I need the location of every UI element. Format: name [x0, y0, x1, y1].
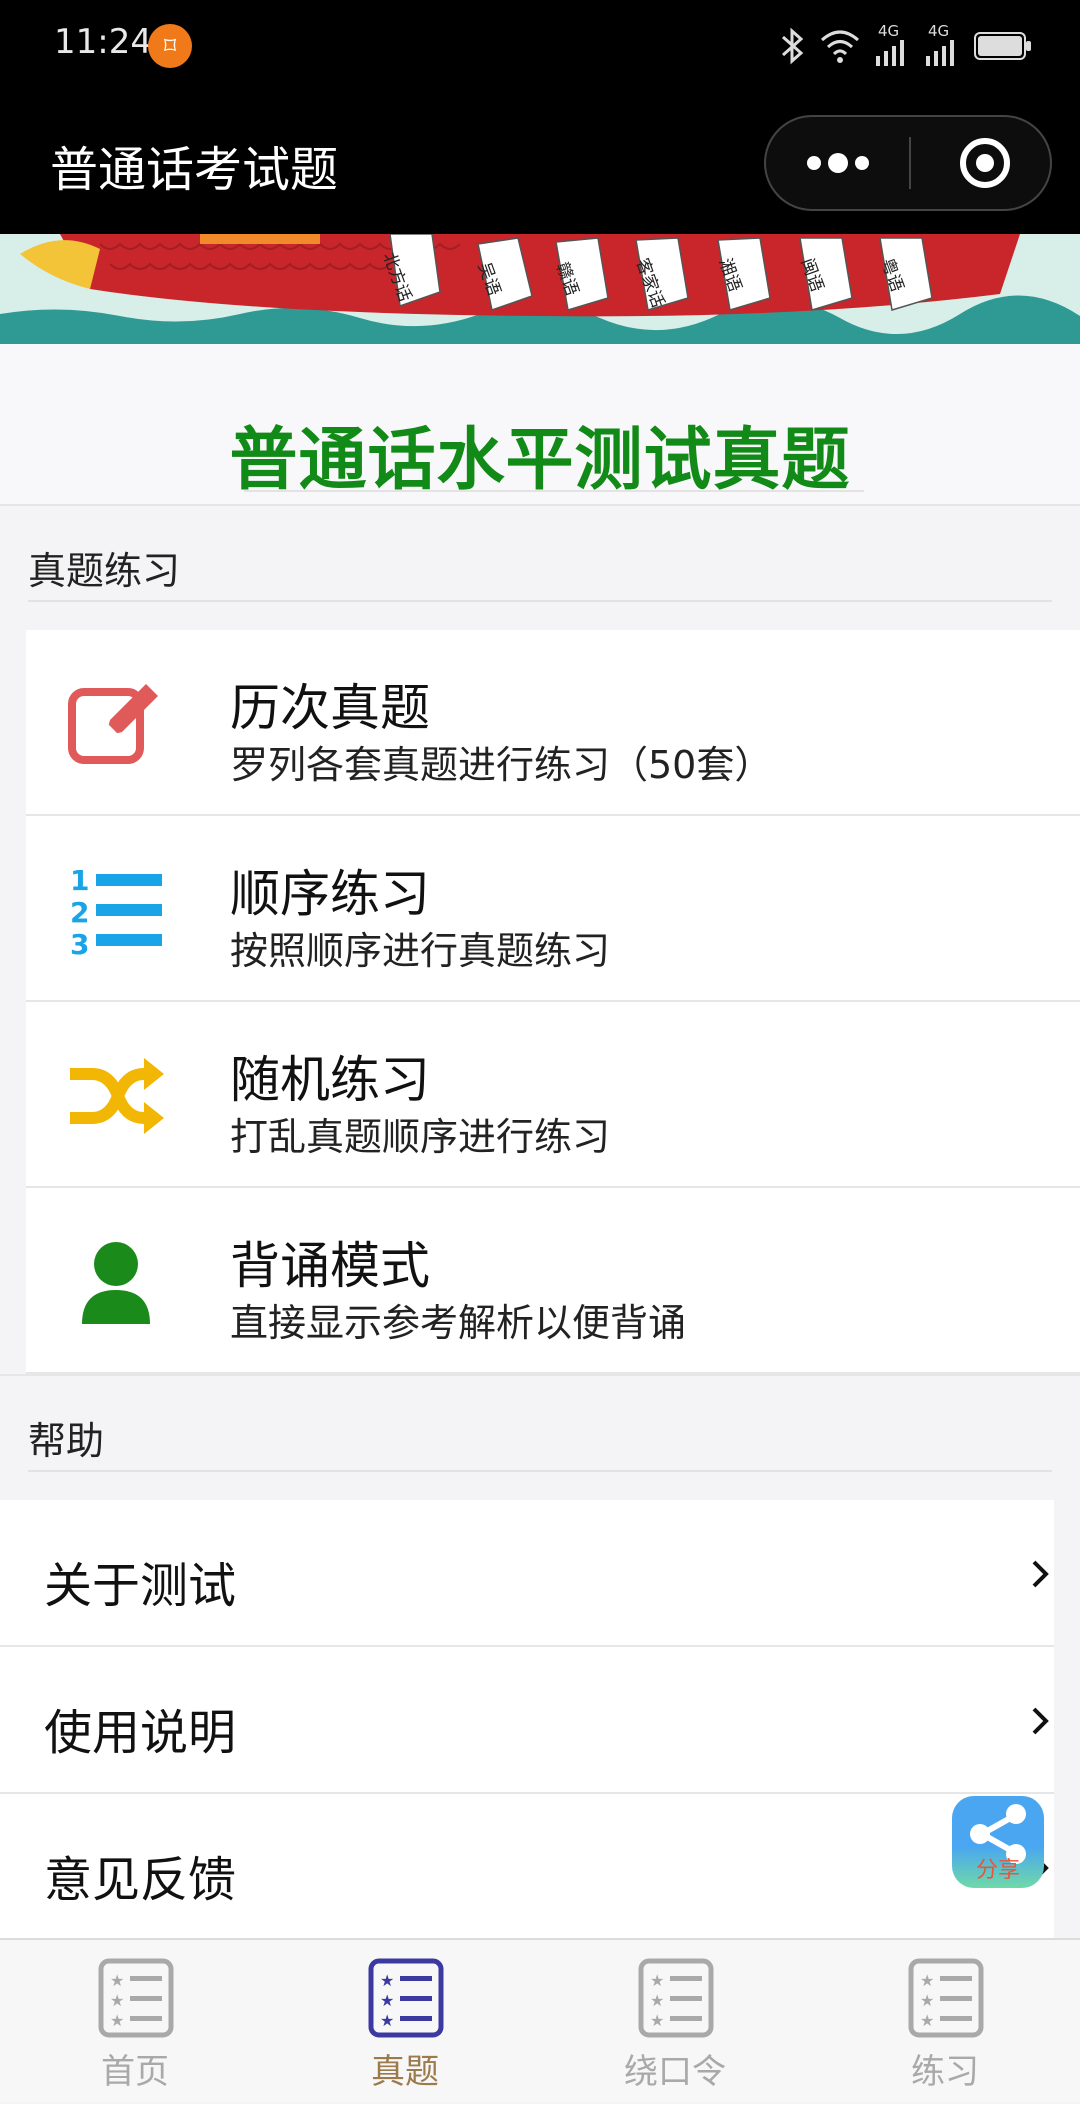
- navigation-bar: 普通话考试题: [0, 92, 1080, 234]
- practice-list: 历次真题 罗列各套真题进行练习（50套） 1 2 3 顺序练习 按照顺序进行真题…: [26, 630, 1080, 1374]
- banner-label: 吴语: [473, 259, 504, 299]
- banner-label: 湘语: [714, 255, 745, 295]
- signal-bars-icon: [926, 40, 954, 66]
- practice-item-desc: 按照顺序进行真题练习: [230, 929, 611, 973]
- section-divider: [28, 600, 1052, 602]
- section-label-practice: 真题练习: [28, 549, 181, 593]
- tab-bar: ★ ★ ★ 首页 ★ ★ ★ 真题 ★ ★ ★ 绕口令 ★ ★ ★ 练习: [0, 1938, 1080, 2102]
- svg-text:★: ★: [920, 1971, 934, 1990]
- tab-questions[interactable]: ★ ★ ★ 真题: [270, 1940, 540, 2104]
- practice-item-desc: 直接显示参考解析以便背诵: [230, 1301, 687, 1345]
- wifi-icon: [821, 30, 859, 63]
- title-underline: [244, 490, 864, 492]
- practice-item-sequential[interactable]: 1 2 3 顺序练习 按照顺序进行真题练习: [26, 816, 1080, 1002]
- bluetooth-icon: [782, 27, 804, 65]
- list-icon: ★ ★ ★: [368, 1958, 444, 2038]
- svg-text:★: ★: [110, 1991, 124, 2010]
- practice-item-title: 背诵模式: [230, 1237, 430, 1295]
- tab-home[interactable]: ★ ★ ★ 首页: [0, 1940, 270, 2104]
- status-time: 11:24: [54, 22, 152, 62]
- shuffle-icon: [70, 1058, 164, 1134]
- edit-icon: [68, 684, 158, 764]
- banner-label: 客家话: [631, 255, 668, 311]
- svg-text:★: ★: [920, 2011, 934, 2030]
- tab-tongue-twister[interactable]: ★ ★ ★ 绕口令: [540, 1940, 810, 2104]
- share-label: 分享: [975, 1858, 1020, 1883]
- list-icon: ★ ★ ★: [98, 1958, 174, 2038]
- svg-text:1: 1: [70, 864, 89, 897]
- practice-item-desc: 打乱真题顺序进行练习: [230, 1115, 611, 1159]
- practice-item-past-papers[interactable]: 历次真题 罗列各套真题进行练习（50套）: [26, 630, 1080, 816]
- signal-2: 4G: [924, 22, 960, 66]
- nav-title: 普通话考试题: [50, 142, 339, 198]
- list-icon: ★ ★ ★: [908, 1958, 984, 2038]
- target-close-icon: [960, 138, 1010, 188]
- section-divider: [28, 1470, 1052, 1472]
- svg-text:2: 2: [70, 896, 89, 929]
- more-button[interactable]: [766, 117, 909, 209]
- tab-label: 首页: [101, 2052, 169, 2092]
- tab-label: 真题: [371, 2052, 439, 2092]
- help-item-label: 关于测试: [44, 1558, 237, 1614]
- chevron-right-icon: [1032, 1560, 1049, 1588]
- svg-text:★: ★: [380, 1991, 394, 2010]
- banner-label: 北方话: [378, 249, 415, 305]
- signal-1: 4G: [874, 22, 910, 66]
- help-item-label: 意见反馈: [44, 1852, 237, 1908]
- practice-item-title: 随机练习: [230, 1051, 430, 1109]
- svg-text:★: ★: [110, 1971, 124, 1990]
- practice-item-recite[interactable]: 背诵模式 直接显示参考解析以便背诵: [26, 1188, 1080, 1374]
- numbered-list-icon: 1 2 3: [70, 864, 162, 960]
- tab-practice[interactable]: ★ ★ ★ 练习: [810, 1940, 1080, 2104]
- practice-item-title: 历次真题: [230, 679, 430, 737]
- svg-text:★: ★: [110, 2011, 124, 2030]
- practice-item-title: 顺序练习: [230, 865, 430, 923]
- close-button[interactable]: [911, 117, 1050, 209]
- banner-labels: 北方话 吴语 赣语 客家话 湘语 闽语 粤语: [0, 234, 1080, 344]
- help-list: 关于测试 使用说明 意见反馈: [0, 1500, 1054, 1941]
- notification-icon: ⌑: [148, 24, 192, 68]
- list-icon: ★ ★ ★: [638, 1958, 714, 2038]
- help-item-feedback[interactable]: 意见反馈: [0, 1794, 1054, 1941]
- banner-label: 闽语: [796, 255, 827, 295]
- signal-bars-icon: [876, 40, 904, 66]
- status-bar: 11:24 ⌑ 4G 4G: [0, 0, 1080, 92]
- help-item-label: 使用说明: [44, 1705, 237, 1761]
- page-title: 普通话水平测试真题: [229, 421, 851, 500]
- help-section-bg: [0, 1374, 1080, 1376]
- practice-item-desc: 罗列各套真题进行练习（50套）: [230, 743, 773, 787]
- svg-text:3: 3: [70, 928, 89, 960]
- section-label-help: 帮助: [28, 1419, 105, 1463]
- svg-text:★: ★: [650, 1991, 664, 2010]
- banner-image: 北方话 吴语 赣语 客家话 湘语 闽语 粤语: [0, 234, 1080, 344]
- banner-label: 粤语: [876, 255, 907, 295]
- user-icon: [82, 1242, 150, 1324]
- help-item-instructions[interactable]: 使用说明: [0, 1647, 1054, 1794]
- chevron-right-icon: [1032, 1707, 1049, 1735]
- practice-item-random[interactable]: 随机练习 打乱真题顺序进行练习: [26, 1002, 1080, 1188]
- status-indicators: 4G 4G: [780, 22, 1032, 68]
- svg-text:★: ★: [380, 2011, 394, 2030]
- svg-text:★: ★: [650, 2011, 664, 2030]
- tab-label: 绕口令: [624, 2052, 726, 2092]
- svg-text:★: ★: [920, 1991, 934, 2010]
- tab-label: 练习: [911, 2052, 979, 2092]
- share-button[interactable]: 分享: [952, 1796, 1044, 1888]
- page-header: 普通话水平测试真题: [0, 344, 1080, 506]
- svg-text:★: ★: [650, 1971, 664, 1990]
- battery-icon: [974, 32, 1031, 60]
- mini-program-capsule: [764, 115, 1052, 211]
- banner-label: 赣语: [551, 259, 582, 299]
- more-dots-icon: [807, 153, 869, 173]
- svg-text:★: ★: [380, 1971, 394, 1990]
- help-item-about[interactable]: 关于测试: [0, 1500, 1054, 1647]
